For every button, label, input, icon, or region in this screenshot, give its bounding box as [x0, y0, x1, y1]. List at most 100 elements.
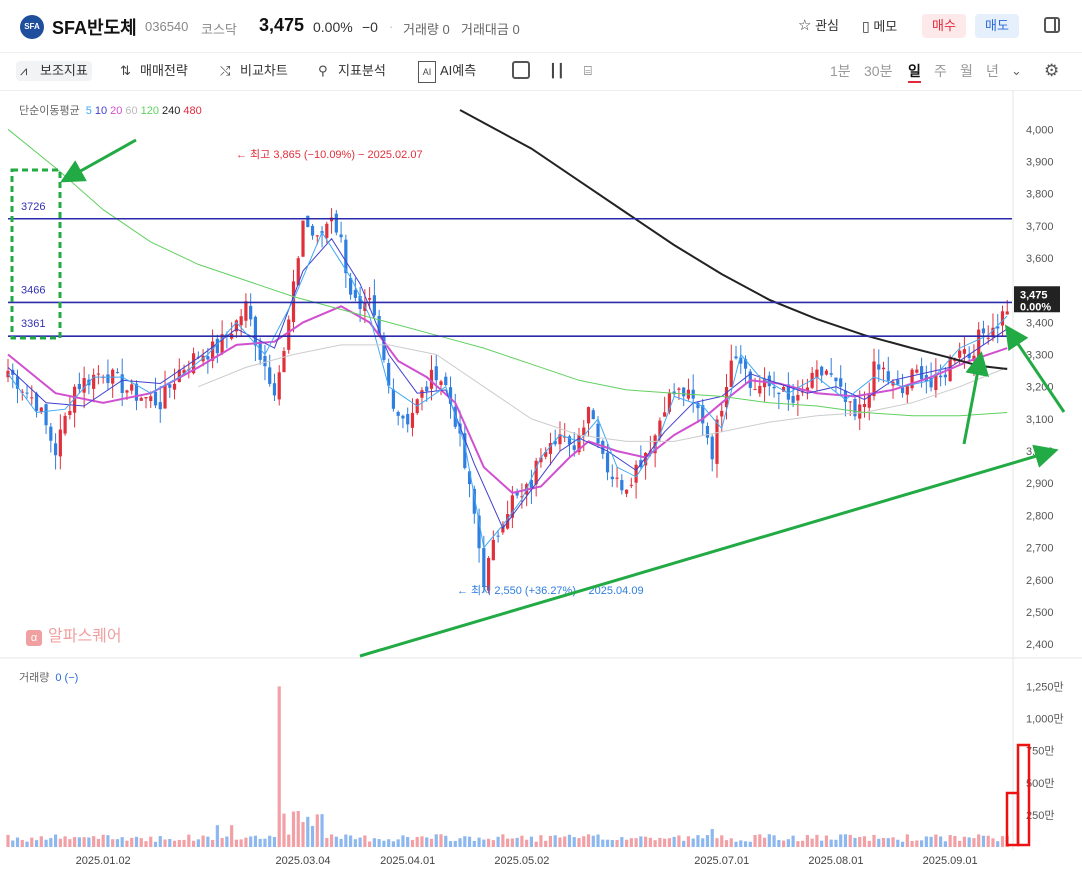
strategy-button[interactable]: ⇅ 매매전략 [120, 61, 188, 81]
chevron-down-icon[interactable]: ⌄ [1011, 61, 1022, 81]
volume-bar [387, 839, 391, 847]
current-price-tag-change: 0.00% [1020, 301, 1051, 313]
volume-bar [120, 837, 124, 847]
volume-bar [986, 835, 990, 847]
volume-bar [301, 822, 305, 847]
volume-bar [667, 838, 672, 847]
volume-bar [344, 834, 348, 847]
candle-style-icon[interactable]: ┃┃ [549, 61, 569, 81]
volume-bar [139, 838, 143, 847]
volume-bar [406, 836, 410, 847]
candle-body [848, 401, 852, 403]
candle-body [753, 389, 757, 391]
candle-body [310, 225, 315, 236]
compare-button[interactable]: ⤭ 비교차트 [220, 61, 288, 81]
camera-icon[interactable]: ⌸ [584, 61, 604, 81]
volume-bar [177, 839, 181, 847]
candle-body [410, 412, 415, 428]
volume-bar [73, 837, 77, 847]
volume-bar [682, 840, 686, 847]
sell-button[interactable]: 매도 [975, 14, 1019, 38]
date-tick-label: 2025.08.01 [808, 855, 863, 867]
candle-body [815, 369, 819, 378]
candle-body [958, 350, 962, 358]
candle-body [729, 360, 733, 387]
volume-bar [382, 840, 386, 847]
volume-bar [377, 839, 381, 847]
annotation-arrow [359, 444, 1059, 658]
volume-bar [663, 838, 667, 847]
candle-body [663, 412, 667, 417]
volume-bar [767, 834, 771, 847]
volume-tick-label: 1,000만 [1026, 713, 1064, 726]
price-tick-label: 4,000 [1026, 124, 1054, 136]
volume-bar [648, 837, 652, 847]
ai-predict-button[interactable]: AI AI예측 [418, 61, 476, 83]
memo-icon: ▯ [862, 18, 870, 34]
ma-line-10 [7, 237, 1008, 530]
volume-bar [620, 837, 624, 847]
analysis-button[interactable]: ⚲ 지표분석 [318, 61, 386, 81]
candle-body [125, 390, 129, 393]
volume-bar [610, 840, 614, 847]
volume-bar [791, 835, 795, 847]
timeframe-2[interactable]: 일 [908, 61, 921, 83]
volume-bar [843, 834, 848, 847]
volume-bar [92, 836, 96, 847]
volume-bar [748, 841, 752, 847]
memo-button[interactable]: ▯ 메모 [862, 14, 897, 38]
volume-bar [934, 834, 938, 847]
volume-bar [453, 840, 457, 847]
candle-body [981, 328, 986, 334]
candle-body [301, 220, 305, 257]
candle-body [425, 386, 429, 392]
gear-icon[interactable]: ⚙ [1044, 61, 1059, 81]
volume-bar [677, 835, 681, 847]
candle-body [396, 412, 400, 416]
timeframe-4[interactable]: 월 [960, 61, 973, 81]
candle-body [401, 415, 405, 419]
volume-bar [225, 836, 229, 847]
volume-bar [30, 837, 34, 847]
volume-bar [905, 834, 909, 847]
volume-bar [25, 841, 29, 847]
volume-bar [172, 840, 177, 847]
volume-bar [234, 839, 238, 847]
candle-body [496, 535, 500, 537]
timeframe-3[interactable]: 주 [934, 61, 947, 81]
candle-body [315, 235, 319, 237]
candle-body [49, 426, 53, 441]
volume-bar [415, 836, 419, 847]
timeframe-1[interactable]: 30분 [864, 61, 892, 81]
square-draw-icon[interactable] [512, 61, 530, 79]
timeframe-5[interactable]: 년 [986, 61, 999, 81]
volume-bar [358, 837, 362, 847]
change-percent: 0.00% [313, 19, 353, 35]
volume-bar [591, 835, 595, 847]
price-chart[interactable]: 4,0003,9003,8003,7003,6003,5003,4003,300… [0, 90, 1082, 876]
volume-bar [829, 839, 833, 847]
watchlist-button[interactable]: ☆ 관심 [798, 14, 839, 38]
candle-body [772, 386, 776, 389]
volume-bar [624, 839, 629, 847]
volume-bar [924, 836, 928, 847]
horizontal-line-label: 3466 [21, 284, 45, 296]
volume-bar [858, 837, 862, 847]
volume-bar [244, 837, 248, 847]
volume-tick-label: 1,250만 [1026, 680, 1064, 693]
candle-body [886, 371, 890, 381]
indicators-button[interactable]: ⩘ 보조지표 [16, 61, 92, 81]
timeframe-0[interactable]: 1분 [830, 61, 851, 81]
candle-body [277, 372, 281, 400]
candle-body [605, 452, 610, 473]
volume-bar [187, 834, 191, 847]
candle-body [820, 366, 824, 376]
volume-bar [163, 839, 167, 847]
side-panel-icon[interactable] [1044, 17, 1060, 33]
buy-button[interactable]: 매수 [922, 14, 966, 38]
volume-bar [877, 838, 881, 847]
candle-body [620, 480, 624, 491]
volume-bar [467, 836, 472, 847]
volume-bar [34, 840, 39, 847]
volume-bar [853, 837, 857, 847]
